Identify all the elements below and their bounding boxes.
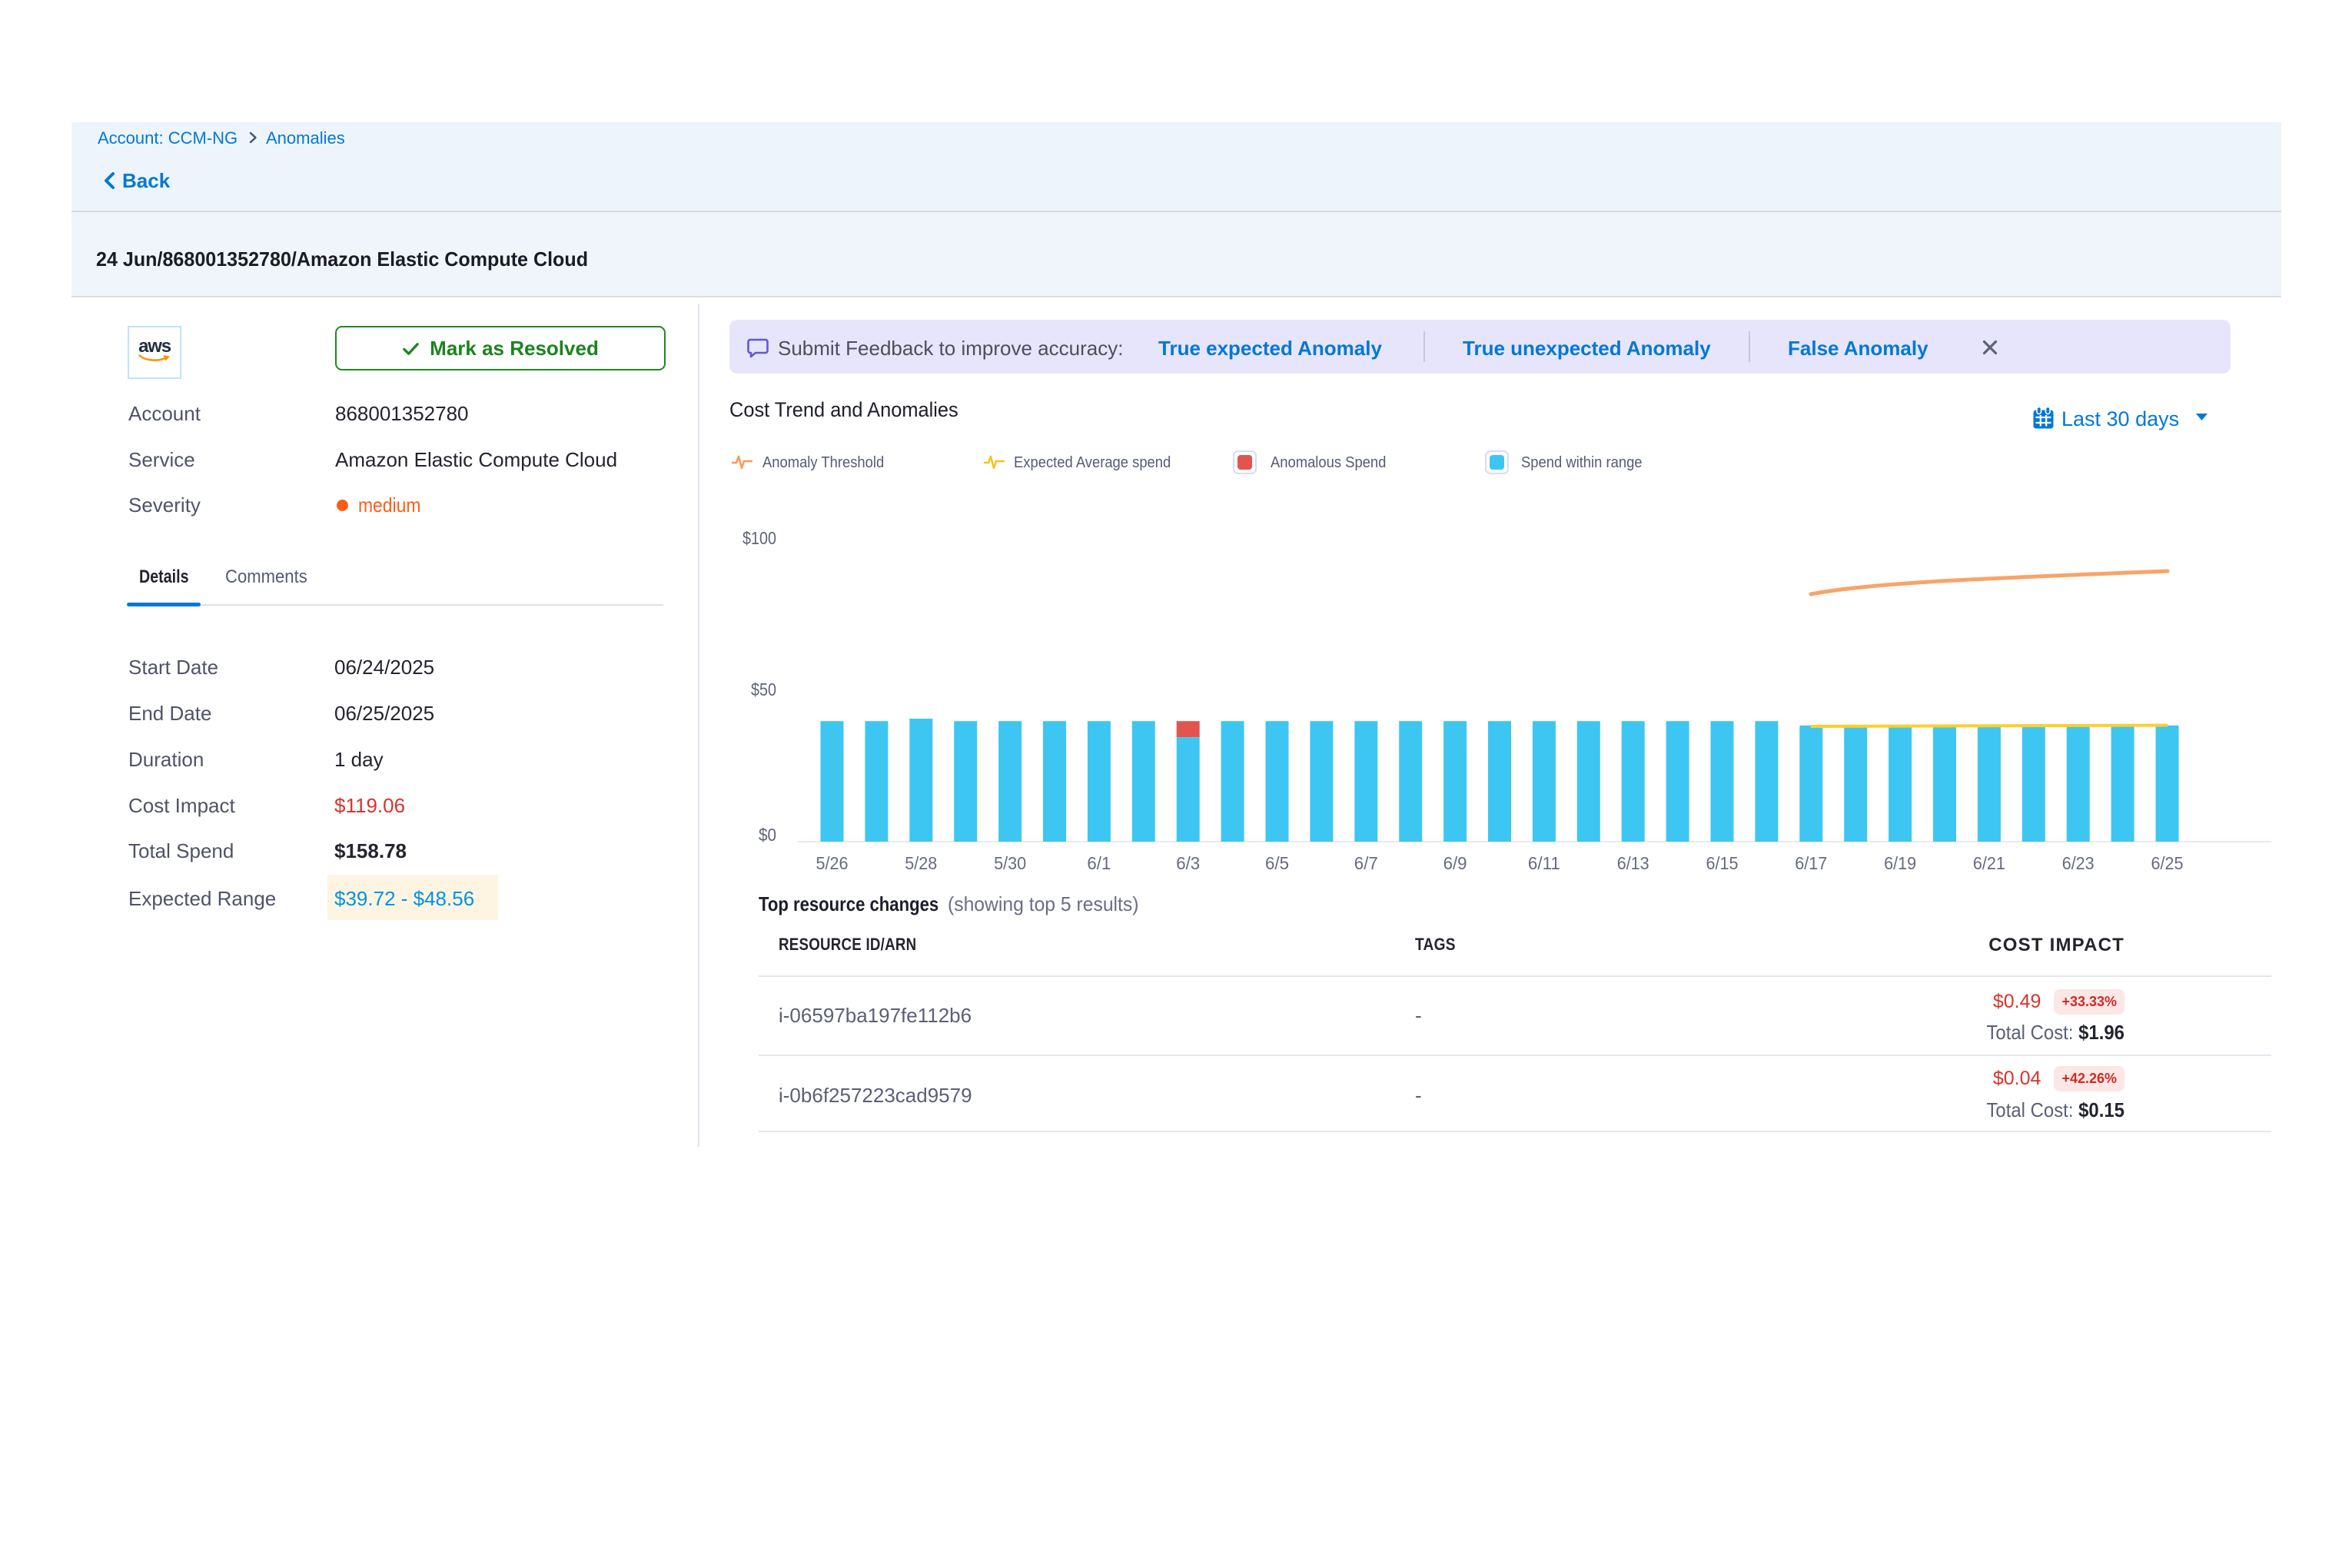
svg-text:6/17: 6/17 bbox=[1795, 853, 1827, 873]
svg-text:5/28: 5/28 bbox=[905, 853, 937, 873]
svg-text:6/7: 6/7 bbox=[1354, 853, 1378, 873]
svg-text:6/21: 6/21 bbox=[1973, 853, 2005, 873]
svg-text:6/23: 6/23 bbox=[2062, 853, 2095, 873]
svg-text:6/9: 6/9 bbox=[1443, 853, 1467, 873]
svg-text:6/11: 6/11 bbox=[1528, 853, 1560, 873]
svg-text:5/30: 5/30 bbox=[994, 853, 1026, 873]
svg-text:6/19: 6/19 bbox=[1884, 853, 1916, 873]
svg-text:6/5: 6/5 bbox=[1265, 853, 1289, 873]
svg-text:$0: $0 bbox=[759, 825, 776, 845]
svg-text:6/25: 6/25 bbox=[2151, 853, 2184, 873]
svg-text:$100: $100 bbox=[742, 528, 776, 548]
svg-text:6/1: 6/1 bbox=[1087, 853, 1111, 873]
svg-text:6/15: 6/15 bbox=[1706, 853, 1739, 873]
svg-text:$50: $50 bbox=[751, 679, 776, 699]
svg-text:6/3: 6/3 bbox=[1176, 853, 1200, 873]
svg-text:6/13: 6/13 bbox=[1617, 853, 1649, 873]
svg-text:5/26: 5/26 bbox=[816, 853, 849, 873]
